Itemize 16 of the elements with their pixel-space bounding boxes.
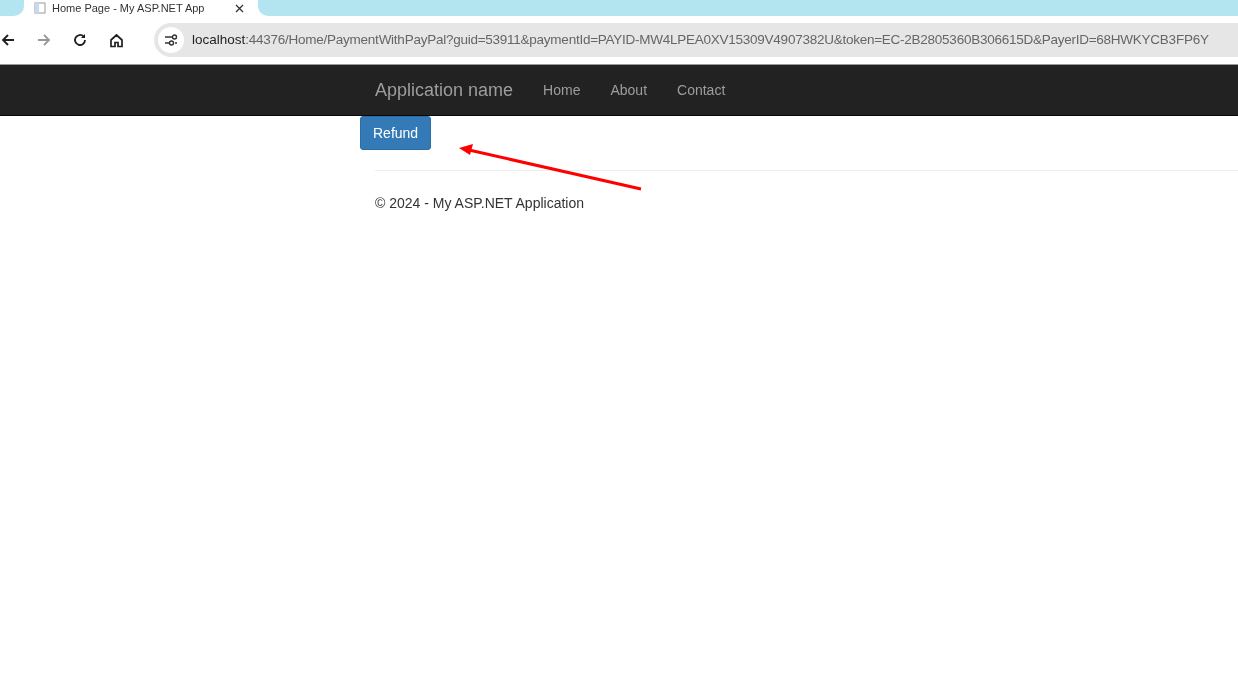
sliders-icon[interactable]	[164, 34, 178, 46]
url-path: :44376/Home/PaymentWithPayPal?guid=53911&paymentId=PAYID-MW4LPEA0XV15309V4907382U&token=EC-2B2805360B306615D&PayerID=68HWKYCB3FP6Y	[245, 30, 1209, 49]
nav-link[interactable]: Home	[528, 65, 596, 115]
home-icon[interactable]	[108, 32, 124, 48]
refund-button[interactable]: Refund	[360, 116, 432, 150]
address-bar[interactable]: localhost:44376/Home/PaymentWithPayPal?guid=53911&paymentId=PAYID-MW4LPEA0XV15309V4907382U&token=EC-2B2805360B306615D&PayerID=68HWKYCB3FP6Y	[154, 23, 1238, 57]
reload-icon[interactable]	[73, 33, 87, 47]
footer-text: © 2024 - My ASP.NET Application	[375, 194, 586, 213]
nav-link[interactable]: Contact	[662, 65, 741, 115]
url-host: localhost	[192, 30, 246, 49]
forward-icon[interactable]	[37, 33, 51, 47]
close-icon[interactable]	[235, 3, 244, 13]
back-icon[interactable]	[1, 33, 15, 47]
tab-title[interactable]: Home Page - My ASP.NET App	[52, 2, 205, 14]
nav-link[interactable]: About	[595, 65, 663, 115]
brand-link[interactable]: Application name	[360, 65, 529, 115]
